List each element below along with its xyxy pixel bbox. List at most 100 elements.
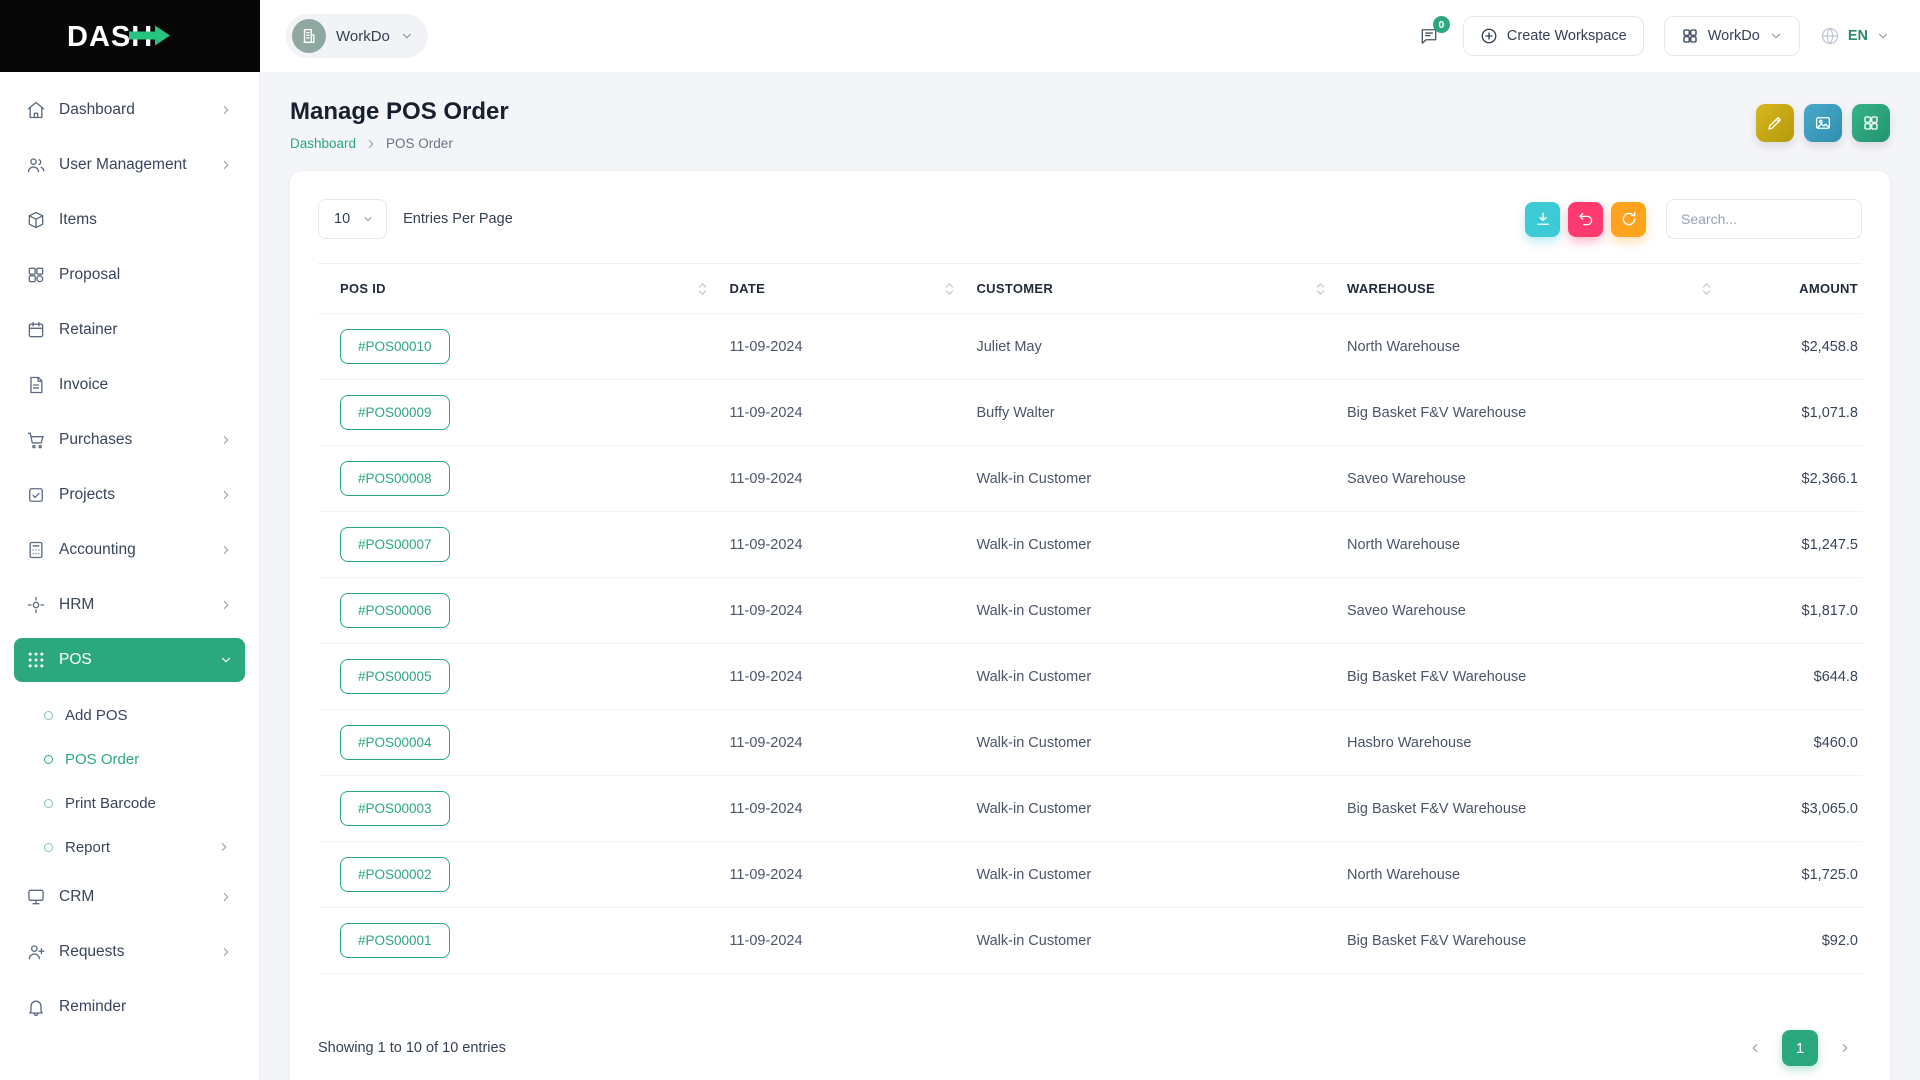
- grid-view-button[interactable]: [1852, 104, 1890, 142]
- refresh-button[interactable]: [1611, 202, 1646, 237]
- date-cell: 11-09-2024: [719, 512, 966, 578]
- sidebar-item-dashboard[interactable]: Dashboard: [14, 88, 245, 132]
- download-icon: [1534, 210, 1552, 228]
- topbar-actions: 0 Create Workspace WorkDo EN: [1415, 16, 1890, 56]
- date-cell: 11-09-2024: [719, 776, 966, 842]
- pagination-next-button[interactable]: [1828, 1031, 1862, 1065]
- sidebar-item-purchases[interactable]: Purchases: [14, 418, 245, 462]
- grid-icon: [1862, 114, 1880, 132]
- sort-icon: [1702, 282, 1711, 296]
- dash-logo: DASH: [65, 18, 195, 54]
- pos-id-link[interactable]: #POS00001: [340, 923, 450, 958]
- table-row: #POS0000311-09-2024Walk-in CustomerBig B…: [318, 776, 1862, 842]
- language-selector[interactable]: EN: [1820, 26, 1890, 46]
- submenu-item-report[interactable]: Report: [44, 825, 245, 869]
- export-button[interactable]: [1525, 202, 1560, 237]
- sidebar-item-items[interactable]: Items: [14, 198, 245, 242]
- layout-icon: [26, 265, 46, 285]
- messages-button[interactable]: 0: [1415, 22, 1443, 50]
- warehouse-cell: North Warehouse: [1337, 314, 1723, 380]
- pos-id-link[interactable]: #POS00010: [340, 329, 450, 364]
- table-row: #POS0000611-09-2024Walk-in CustomerSaveo…: [318, 578, 1862, 644]
- customer-cell: Walk-in Customer: [966, 710, 1337, 776]
- submenu-item-add-pos[interactable]: Add POS: [44, 693, 245, 737]
- chevron-left-icon: [1748, 1041, 1762, 1055]
- pos-id-link[interactable]: #POS00009: [340, 395, 450, 430]
- pos-id-cell: #POS00003: [318, 776, 719, 842]
- submenu-item-print-barcode[interactable]: Print Barcode: [44, 781, 245, 825]
- sidebar-item-label: Proposal: [59, 266, 120, 284]
- users-icon: [26, 155, 46, 175]
- date-cell: 11-09-2024: [719, 380, 966, 446]
- sidebar-item-proposal[interactable]: Proposal: [14, 253, 245, 297]
- bullet-icon: [44, 799, 53, 808]
- table-header: POS ID DATE CUSTOMER WAREHOUSE: [318, 264, 1862, 314]
- sidebar-item-label: Retainer: [59, 321, 118, 339]
- pos-id-link[interactable]: #POS00006: [340, 593, 450, 628]
- reset-button[interactable]: [1568, 202, 1603, 237]
- table-toolbar: 10 Entries Per Page: [318, 199, 1862, 239]
- pagination-page-1-button[interactable]: 1: [1782, 1030, 1818, 1066]
- submenu-item-pos-order[interactable]: POS Order: [44, 737, 245, 781]
- bullet-icon: [44, 711, 53, 720]
- sidebar-item-accounting[interactable]: Accounting: [14, 528, 245, 572]
- entries-per-page-select[interactable]: 10: [318, 199, 387, 239]
- sidebar-item-reminder[interactable]: Reminder: [14, 985, 245, 1029]
- workdo-menu-button[interactable]: WorkDo: [1664, 16, 1800, 56]
- sidebar-item-crm[interactable]: CRM: [14, 875, 245, 919]
- refresh-icon: [1620, 210, 1638, 228]
- customer-cell: Walk-in Customer: [966, 644, 1337, 710]
- sidebar-item-hrm[interactable]: HRM: [14, 583, 245, 627]
- column-header-customer[interactable]: CUSTOMER: [966, 264, 1337, 314]
- workspace-switcher[interactable]: WorkDo: [286, 14, 428, 58]
- breadcrumb-dashboard-link[interactable]: Dashboard: [290, 136, 356, 151]
- customer-cell: Walk-in Customer: [966, 446, 1337, 512]
- top-header: DASH WorkDo 0 Create Workspace WorkDo: [0, 0, 1920, 72]
- warehouse-cell: Big Basket F&V Warehouse: [1337, 380, 1723, 446]
- customer-cell: Buffy Walter: [966, 380, 1337, 446]
- column-label: WAREHOUSE: [1347, 281, 1435, 296]
- chevron-right-icon: [1838, 1041, 1852, 1055]
- pos-id-cell: #POS00010: [318, 314, 719, 380]
- amount-cell: $92.0: [1723, 908, 1862, 974]
- submenu-item-label: POS Order: [65, 751, 139, 768]
- pagination-prev-button[interactable]: [1738, 1031, 1772, 1065]
- sidebar-item-pos[interactable]: POS: [14, 638, 245, 682]
- create-workspace-button[interactable]: Create Workspace: [1463, 16, 1644, 56]
- search-input[interactable]: [1666, 199, 1862, 239]
- sidebar-item-retainer[interactable]: Retainer: [14, 308, 245, 352]
- pos-id-cell: #POS00004: [318, 710, 719, 776]
- theme-button[interactable]: [1804, 104, 1842, 142]
- date-cell: 11-09-2024: [719, 314, 966, 380]
- pos-id-link[interactable]: #POS00005: [340, 659, 450, 694]
- column-header-amount[interactable]: AMOUNT: [1723, 264, 1862, 314]
- sidebar-item-requests[interactable]: Requests: [14, 930, 245, 974]
- date-cell: 11-09-2024: [719, 644, 966, 710]
- pos-id-link[interactable]: #POS00002: [340, 857, 450, 892]
- chevron-down-icon: [1769, 29, 1783, 43]
- sidebar-item-user-management[interactable]: User Management: [14, 143, 245, 187]
- submenu-item-label: Print Barcode: [65, 795, 156, 812]
- grid-icon: [1681, 27, 1699, 45]
- pos-id-link[interactable]: #POS00003: [340, 791, 450, 826]
- warehouse-cell: Big Basket F&V Warehouse: [1337, 908, 1723, 974]
- customer-cell: Walk-in Customer: [966, 578, 1337, 644]
- pos-id-link[interactable]: #POS00007: [340, 527, 450, 562]
- chevron-right-icon: [219, 433, 233, 447]
- column-header-date[interactable]: DATE: [719, 264, 966, 314]
- column-header-pos-id[interactable]: POS ID: [318, 264, 719, 314]
- sidebar: Dashboard User Management Items Proposal…: [0, 72, 260, 1080]
- edit-button[interactable]: [1756, 104, 1794, 142]
- sidebar-item-projects[interactable]: Projects: [14, 473, 245, 517]
- pos-id-link[interactable]: #POS00004: [340, 725, 450, 760]
- column-header-warehouse[interactable]: WAREHOUSE: [1337, 264, 1723, 314]
- pos-id-cell: #POS00005: [318, 644, 719, 710]
- pos-id-link[interactable]: #POS00008: [340, 461, 450, 496]
- calculator-icon: [26, 540, 46, 560]
- warehouse-cell: Saveo Warehouse: [1337, 446, 1723, 512]
- amount-cell: $2,366.1: [1723, 446, 1862, 512]
- date-cell: 11-09-2024: [719, 446, 966, 512]
- sidebar-item-invoice[interactable]: Invoice: [14, 363, 245, 407]
- cart-icon: [26, 430, 46, 450]
- entries-per-page-value: 10: [334, 211, 350, 227]
